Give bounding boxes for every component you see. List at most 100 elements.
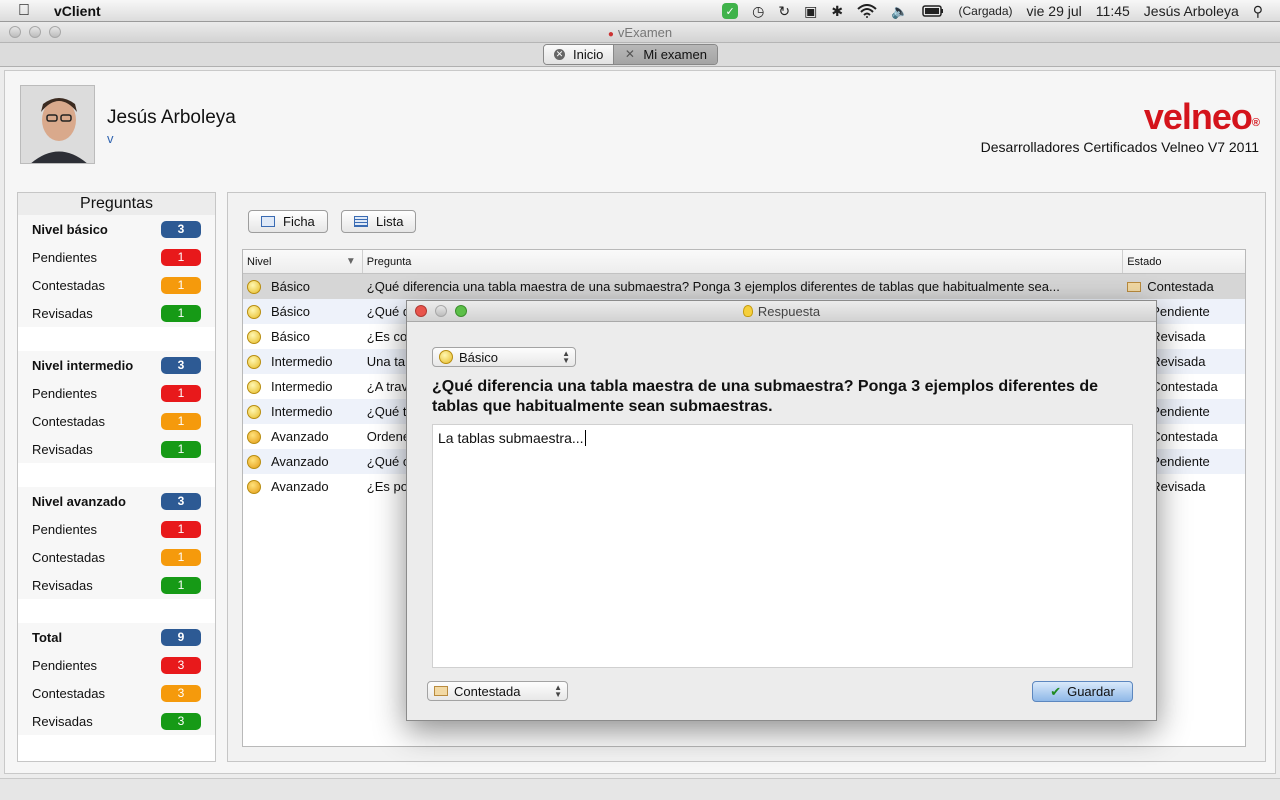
level-smiley-icon (247, 380, 261, 395)
menubar-date[interactable]: vie 29 jul (1020, 0, 1089, 22)
summary-label: Revisadas (32, 441, 93, 457)
user-subtitle[interactable]: v (107, 131, 114, 146)
summary-group: Nivel avanzado 3 Pendientes 1 Contestada… (18, 487, 215, 599)
app-menu[interactable]: vClient (54, 3, 101, 19)
table-header: Nivel ▼ Pregunta Estado (243, 250, 1245, 274)
cell-pregunta: ¿A trav (366, 379, 408, 394)
summary-row[interactable]: Contestadas 1 (18, 543, 215, 571)
summary-row[interactable]: Revisadas 1 (18, 571, 215, 599)
column-estado[interactable]: Estado (1123, 250, 1245, 273)
summary-row[interactable]: Contestadas 1 (18, 271, 215, 299)
status-value: Contestada (454, 683, 521, 699)
cell-pregunta: ¿Qué t (366, 404, 407, 419)
answer-textarea[interactable]: La tablas submaestra... (432, 424, 1133, 668)
status-select[interactable]: Contestada ▲ ▼ (427, 681, 568, 701)
display-icon[interactable]: ▣ (797, 0, 824, 22)
count-badge: 1 (161, 576, 201, 594)
group-header[interactable]: Nivel básico 3 (18, 215, 215, 243)
cell-estado: Revisada (1151, 354, 1206, 369)
summary-label: Contestadas (32, 549, 105, 565)
level-smiley-icon (247, 455, 261, 470)
count-badge: 1 (161, 440, 201, 458)
summary-row[interactable]: Revisadas 1 (18, 299, 215, 327)
battery-icon[interactable] (915, 0, 951, 22)
summary-row[interactable]: Pendientes 1 (18, 515, 215, 543)
tab-bar: ✕ Inicio ✕ Mi examen (0, 43, 1280, 67)
summary-row[interactable]: Contestadas 3 (18, 679, 215, 707)
save-button[interactable]: ✔ Guardar (1032, 681, 1133, 702)
count-badge: 1 (161, 384, 201, 402)
level-smiley-icon (247, 480, 261, 495)
summary-label: Contestadas (32, 685, 105, 701)
summary-row[interactable]: Contestadas 1 (18, 407, 215, 435)
summary-group: Nivel intermedio 3 Pendientes 1 Contesta… (18, 351, 215, 463)
group-header[interactable]: Total 9 (18, 623, 215, 651)
level-smiley-icon (247, 305, 261, 320)
ficha-button[interactable]: Ficha (248, 210, 328, 233)
summary-group: Nivel básico 3 Pendientes 1 Contestadas … (18, 215, 215, 327)
table-row[interactable]: Básico ¿Qué diferencia una tabla maestra… (243, 274, 1245, 299)
slogan: Desarrolladores Certificados Velneo V7 2… (980, 139, 1259, 155)
tab-mi-examen-label: Mi examen (643, 47, 707, 62)
tab-mi-examen[interactable]: ✕ Mi examen (613, 45, 717, 64)
count-badge: 3 (161, 656, 201, 674)
column-pregunta[interactable]: Pregunta (363, 250, 1124, 273)
cell-nivel: Básico (271, 328, 311, 344)
count-badge: 1 (161, 248, 201, 266)
wifi-icon[interactable] (850, 0, 884, 22)
cell-nivel: Básico (271, 278, 311, 294)
lista-label: Lista (376, 214, 404, 229)
tab-inicio[interactable]: ✕ Inicio (544, 45, 614, 64)
sort-desc-icon[interactable]: ▼ (346, 256, 356, 267)
refresh-icon[interactable]: ↻ (771, 0, 797, 22)
cell-nivel: Avanzado (271, 428, 329, 444)
close-tab-icon[interactable]: ✕ (624, 48, 635, 60)
total-badge: 9 (161, 628, 201, 646)
close-tab-icon[interactable]: ✕ (554, 49, 565, 60)
envelope-icon (434, 686, 448, 696)
form-view-icon (261, 216, 275, 227)
count-badge: 1 (161, 276, 201, 294)
summary-row[interactable]: Pendientes 1 (18, 243, 215, 271)
total-badge: 3 (161, 356, 201, 374)
group-header[interactable]: Nivel intermedio 3 (18, 351, 215, 379)
lista-button[interactable]: Lista (341, 210, 417, 233)
summary-row[interactable]: Pendientes 1 (18, 379, 215, 407)
column-nivel[interactable]: Nivel ▼ (243, 250, 363, 273)
spotlight-icon[interactable]: ⚲ (1246, 0, 1270, 22)
level-smiley-icon (247, 280, 261, 295)
group-spacer (18, 599, 215, 623)
total-badge: 3 (161, 492, 201, 510)
summary-label: Revisadas (32, 577, 93, 593)
answer-text: La tablas submaestra... (438, 430, 584, 446)
count-badge: 3 (161, 684, 201, 702)
summary-row[interactable]: Revisadas 1 (18, 435, 215, 463)
group-spacer (18, 463, 215, 487)
apple-icon[interactable]:  (18, 0, 38, 22)
window-titlebar[interactable]: ● vExamen (0, 22, 1280, 43)
question-text: ¿Qué diferencia una tabla maestra de una… (432, 378, 1098, 415)
cell-nivel: Intermedio (271, 403, 333, 419)
summary-row[interactable]: Revisadas 3 (18, 707, 215, 735)
checkmark-icon: ✔ (1050, 683, 1062, 699)
cell-pregunta: ¿Es co (366, 329, 408, 344)
lightbulb-icon (742, 305, 753, 317)
count-badge: 1 (161, 548, 201, 566)
summary-row[interactable]: Pendientes 3 (18, 651, 215, 679)
status-bar (0, 778, 1280, 800)
count-badge: 1 (161, 304, 201, 322)
cell-estado: Contestada (1151, 379, 1218, 394)
bluetooth-icon[interactable]: ✱ (824, 0, 850, 22)
group-title: Total (32, 629, 63, 645)
menubar-time[interactable]: 11:45 (1089, 0, 1137, 22)
cell-nivel: Avanzado (271, 478, 329, 494)
dialog-titlebar[interactable]: Respuesta (407, 301, 1156, 322)
updown-icon: ▲ ▼ (562, 349, 570, 365)
menubar-user[interactable]: Jesús Arboleya (1137, 0, 1246, 22)
volume-icon[interactable]: 🔈 (884, 0, 915, 22)
sync-badge-icon[interactable]: ✓ (715, 0, 745, 22)
group-header[interactable]: Nivel avanzado 3 (18, 487, 215, 515)
level-select[interactable]: Básico ▲ ▼ (432, 347, 576, 367)
time-machine-icon[interactable]: ◷ (745, 0, 771, 22)
questions-summary: Preguntas Nivel básico 3 Pendientes 1 Co… (17, 192, 216, 762)
